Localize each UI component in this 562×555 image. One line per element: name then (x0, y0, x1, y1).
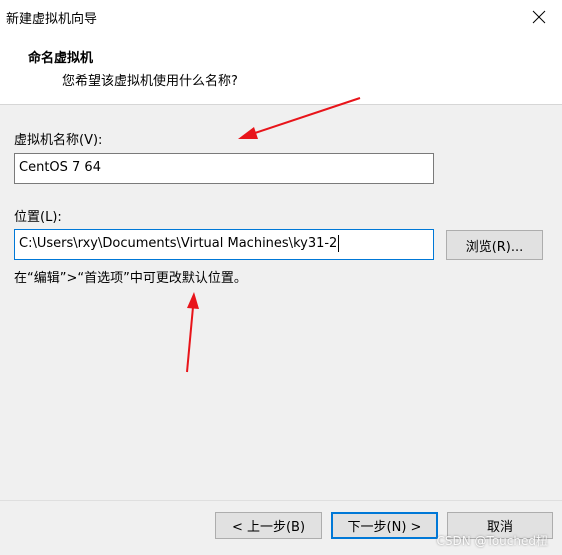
page-title: 命名虚拟机 (28, 51, 94, 66)
location-input[interactable]: C:\Users\rxy\Documents\Virtual Machines\… (14, 229, 434, 260)
location-value: C:\Users\rxy\Documents\Virtual Machines\… (19, 236, 338, 251)
watermark: CSDN @Touched杻 (436, 534, 548, 548)
vm-name-label: 虚拟机名称(V): (14, 133, 103, 148)
window-title: 新建虚拟机向导 (6, 12, 98, 27)
red-arrow-lower (186, 292, 199, 373)
browse-button[interactable]: 浏览(R)... (446, 230, 543, 260)
vm-name-value: CentOS 7 64 (19, 160, 101, 175)
back-button[interactable]: < 上一步(B) (215, 512, 322, 539)
location-hint: 在“编辑”>“首选项”中可更改默认位置。 (14, 271, 247, 286)
footer-divider (0, 500, 562, 501)
text-caret (338, 235, 340, 252)
location-label: 位置(L): (14, 210, 62, 225)
close-button[interactable] (516, 0, 562, 34)
page-subtitle: 您希望该虚拟机使用什么名称? (62, 74, 238, 89)
wizard-header: 命名虚拟机 您希望该虚拟机使用什么名称? (0, 34, 562, 105)
close-icon (532, 10, 546, 24)
next-button[interactable]: 下一步(N) > (331, 512, 438, 539)
new-vm-wizard-window: 新建虚拟机向导 命名虚拟机 您希望该虚拟机使用什么名称? 虚拟机名称(V): C… (0, 0, 562, 555)
vm-name-input[interactable]: CentOS 7 64 (14, 153, 434, 184)
title-bar: 新建虚拟机向导 (0, 0, 562, 34)
